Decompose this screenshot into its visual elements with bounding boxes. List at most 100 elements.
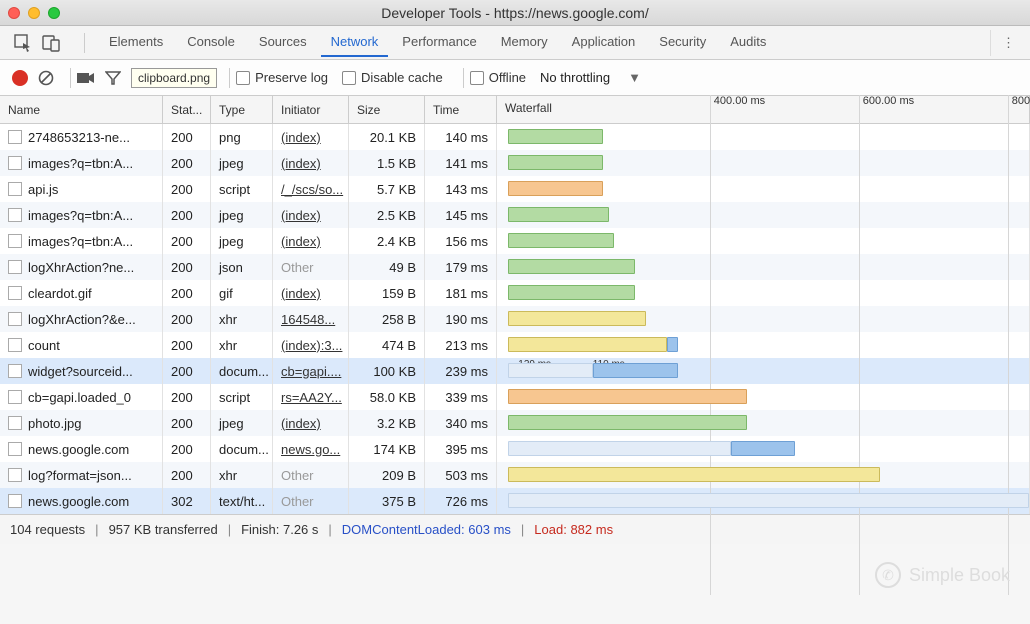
initiator-link[interactable]: 164548... (281, 312, 335, 327)
cell-size: 174 KB (349, 436, 425, 462)
cell-waterfall (497, 436, 1030, 462)
header-waterfall[interactable]: Waterfall 400.00 ms600.00 ms800 (497, 96, 1030, 123)
waterfall-bar (667, 337, 678, 352)
devtools-tabs: ElementsConsoleSourcesNetworkPerformance… (0, 26, 1030, 60)
waterfall-bar (593, 363, 678, 378)
window-title: Developer Tools - https://news.google.co… (0, 5, 1030, 21)
tab-application[interactable]: Application (562, 28, 646, 57)
disable-cache-checkbox[interactable]: Disable cache (342, 70, 443, 85)
initiator-link[interactable]: (index) (281, 208, 321, 223)
device-toolbar-icon[interactable] (42, 34, 60, 52)
cell-type: jpeg (211, 202, 273, 228)
cell-name: logXhrAction?ne... (0, 254, 163, 280)
cell-size: 209 B (349, 462, 425, 488)
camera-icon[interactable] (77, 71, 95, 85)
waterfall-bar (508, 207, 609, 222)
request-row[interactable]: 2748653213-ne...200png(index)20.1 KB140 … (0, 124, 1030, 150)
tab-memory[interactable]: Memory (491, 28, 558, 57)
request-name: api.js (28, 182, 58, 197)
cell-time: 143 ms (425, 176, 497, 202)
cell-type: docum... (211, 436, 273, 462)
preserve-log-checkbox[interactable]: Preserve log (236, 70, 328, 85)
cell-status: 200 (163, 124, 211, 150)
header-status[interactable]: Stat... (163, 96, 211, 123)
request-row[interactable]: logXhrAction?ne...200jsonOther49 B179 ms (0, 254, 1030, 280)
filter-icon[interactable] (105, 70, 121, 86)
cell-type: xhr (211, 306, 273, 332)
initiator-link[interactable]: (index) (281, 156, 321, 171)
header-time[interactable]: Time (425, 96, 497, 123)
request-row[interactable]: api.js200script/_/scs/so...5.7 KB143 ms (0, 176, 1030, 202)
tab-elements[interactable]: Elements (99, 28, 173, 57)
initiator-link[interactable]: news.go... (281, 442, 340, 457)
request-row[interactable]: news.google.com302text/ht...Other375 B72… (0, 488, 1030, 514)
request-row[interactable]: cleardot.gif200gif(index)159 B181 ms (0, 280, 1030, 306)
request-row[interactable]: photo.jpg200jpeg(index)3.2 KB340 ms (0, 410, 1030, 436)
cell-size: 3.2 KB (349, 410, 425, 436)
initiator-link[interactable]: cb=gapi.... (281, 364, 341, 379)
request-row[interactable]: log?format=json...200xhrOther209 B503 ms (0, 462, 1030, 488)
file-icon (8, 494, 22, 508)
cell-name: news.google.com (0, 436, 163, 462)
tab-console[interactable]: Console (177, 28, 245, 57)
request-row[interactable]: count200xhr(index):3...474 B213 ms (0, 332, 1030, 358)
request-row[interactable]: cb=gapi.loaded_0200scriptrs=AA2Y...58.0 … (0, 384, 1030, 410)
more-menu-icon[interactable]: ⋮ (990, 30, 1016, 56)
cell-time: 340 ms (425, 410, 497, 436)
header-name[interactable]: Name (0, 96, 163, 123)
cell-type: text/ht... (211, 488, 273, 514)
request-row[interactable]: news.google.com200docum...news.go...174 … (0, 436, 1030, 462)
cell-time: 339 ms (425, 384, 497, 410)
request-name: images?q=tbn:A... (28, 208, 133, 223)
waterfall-bar (508, 441, 731, 456)
cell-status: 200 (163, 410, 211, 436)
cell-type: xhr (211, 332, 273, 358)
close-window-button[interactable] (8, 7, 20, 19)
request-row[interactable]: images?q=tbn:A...200jpeg(index)1.5 KB141… (0, 150, 1030, 176)
cell-initiator: (index) (273, 228, 349, 254)
initiator-link[interactable]: (index) (281, 416, 321, 431)
tab-network[interactable]: Network (321, 28, 389, 57)
header-size[interactable]: Size (349, 96, 425, 123)
offline-checkbox[interactable]: Offline (470, 70, 526, 85)
cell-status: 200 (163, 280, 211, 306)
tab-performance[interactable]: Performance (392, 28, 486, 57)
header-initiator[interactable]: Initiator (273, 96, 349, 123)
file-icon (8, 234, 22, 248)
clear-icon[interactable] (38, 70, 54, 86)
waterfall-bar (508, 311, 646, 326)
cell-initiator: (index) (273, 280, 349, 306)
cell-size: 258 B (349, 306, 425, 332)
throttling-select[interactable]: No throttling ▼ (540, 70, 641, 85)
tab-sources[interactable]: Sources (249, 28, 317, 57)
cell-time: 140 ms (425, 124, 497, 150)
request-row[interactable]: images?q=tbn:A...200jpeg(index)2.4 KB156… (0, 228, 1030, 254)
watermark-text: Simple Book (909, 565, 1010, 586)
zoom-window-button[interactable] (48, 7, 60, 19)
request-row[interactable]: logXhrAction?&e...200xhr164548...258 B19… (0, 306, 1030, 332)
cell-waterfall (497, 124, 1030, 150)
initiator-link[interactable]: (index) (281, 130, 321, 145)
file-icon (8, 130, 22, 144)
cell-type: script (211, 176, 273, 202)
record-button[interactable] (12, 70, 28, 86)
minimize-window-button[interactable] (28, 7, 40, 19)
request-row[interactable]: images?q=tbn:A...200jpeg(index)2.5 KB145… (0, 202, 1030, 228)
cell-size: 100 KB (349, 358, 425, 384)
initiator-link[interactable]: /_/scs/so... (281, 182, 343, 197)
tab-audits[interactable]: Audits (720, 28, 776, 57)
tab-security[interactable]: Security (649, 28, 716, 57)
initiator-link[interactable]: rs=AA2Y... (281, 390, 342, 405)
header-type[interactable]: Type (211, 96, 273, 123)
inspect-element-icon[interactable] (14, 34, 32, 52)
request-row[interactable]: widget?sourceid...200docum...cb=gapi....… (0, 358, 1030, 384)
cell-status: 200 (163, 384, 211, 410)
initiator-link[interactable]: (index):3... (281, 338, 342, 353)
cell-waterfall (497, 384, 1030, 410)
initiator-link[interactable]: (index) (281, 234, 321, 249)
cell-initiator: (index) (273, 410, 349, 436)
cell-time: 141 ms (425, 150, 497, 176)
cell-initiator: 164548... (273, 306, 349, 332)
cell-name: 2748653213-ne... (0, 124, 163, 150)
initiator-link[interactable]: (index) (281, 286, 321, 301)
